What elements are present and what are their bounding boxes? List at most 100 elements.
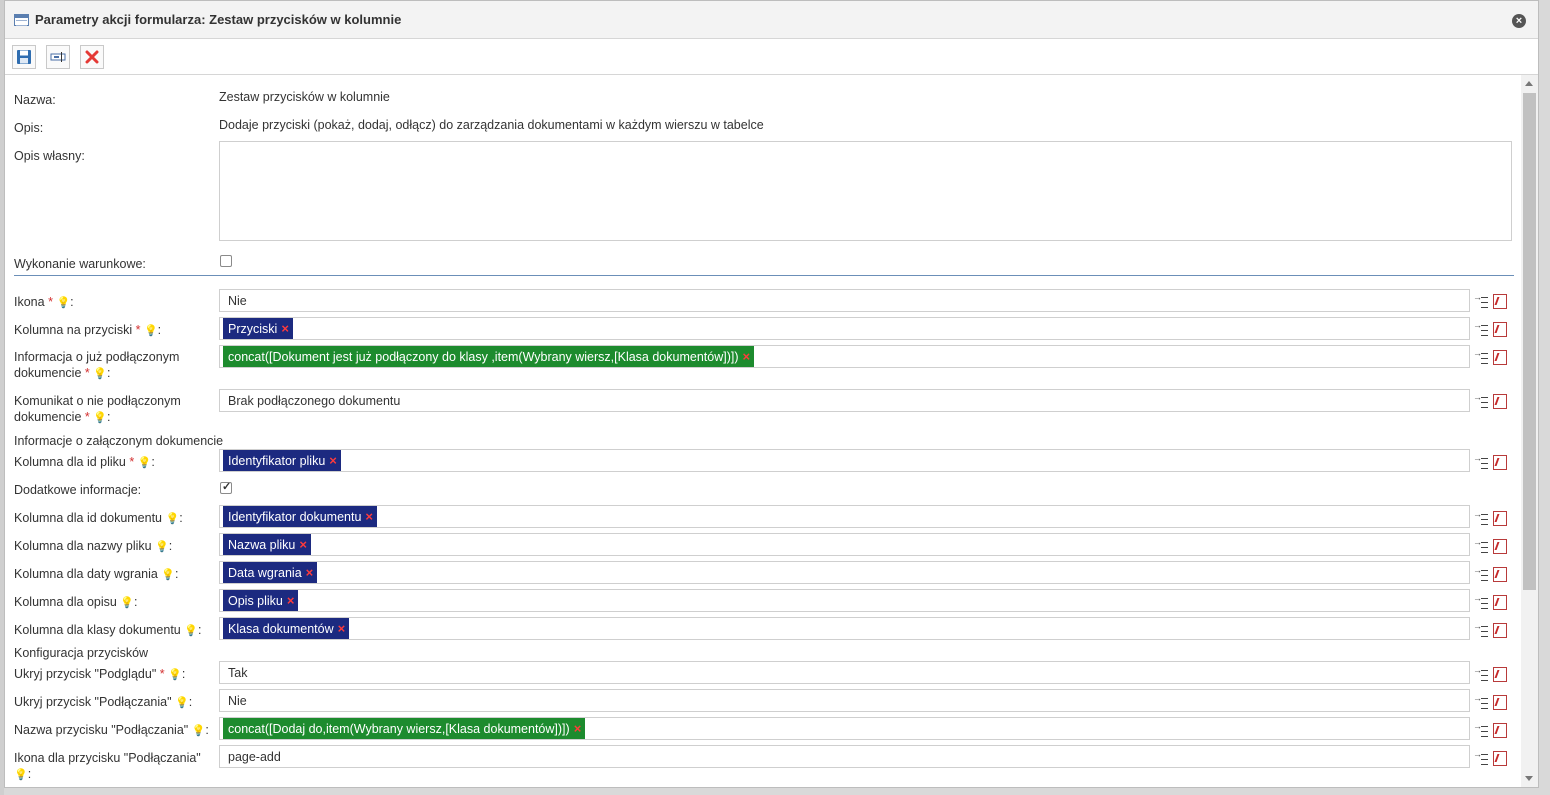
dodatkowe-label: Dodatkowe informacje: (14, 483, 142, 497)
hint-icon[interactable]: 💡 (144, 325, 158, 337)
formula-icon[interactable] (1493, 595, 1507, 610)
komunikat-label: Komunikat o nie podłączonym dokumencie * … (14, 394, 181, 424)
nazwa-label: Nazwa: (14, 93, 56, 107)
hint-icon[interactable]: 💡 (166, 513, 180, 525)
formula-icon[interactable] (1493, 539, 1507, 554)
ikona-field[interactable]: Nie (219, 289, 1470, 312)
id-dokumentu-field[interactable]: Identyfikator dokumentu × (219, 505, 1470, 528)
hint-icon[interactable]: 💡 (93, 368, 107, 380)
formula-icon[interactable] (1493, 623, 1507, 638)
dialog-toolbar (5, 39, 1538, 75)
formula-icon[interactable] (1493, 394, 1507, 409)
remove-tag-icon[interactable]: × (574, 721, 582, 736)
ukryj-podgladu-actions (1473, 665, 1507, 682)
info-podlaczony-label: Informacja o już podłączonym dokumencie *… (14, 350, 180, 380)
ukryj-podlaczania-field[interactable]: Nie (219, 689, 1470, 712)
hint-icon[interactable]: 💡 (120, 597, 134, 609)
hint-icon[interactable]: 💡 (14, 769, 28, 781)
wykonanie-checkbox[interactable] (220, 255, 232, 267)
opis-wlasny-textarea[interactable] (219, 141, 1512, 241)
remove-tag-icon[interactable]: × (365, 509, 373, 524)
ikona-przycisku-field[interactable]: page-add (219, 745, 1470, 768)
data-wgrania-label: Kolumna dla daty wgrania 💡: (14, 567, 179, 581)
hint-icon[interactable]: 💡 (155, 541, 169, 553)
kolumna-przyciski-tag: Przyciski × (223, 318, 293, 339)
hint-icon[interactable]: 💡 (184, 625, 198, 637)
insert-list-icon[interactable] (1473, 537, 1489, 554)
ikona-label: Ikona * 💡: (14, 295, 74, 309)
scroll-thumb[interactable] (1523, 93, 1536, 590)
insert-list-icon[interactable] (1473, 693, 1489, 710)
opis-label: Opis: (14, 121, 44, 135)
formula-icon[interactable] (1493, 511, 1507, 526)
nazwa-pliku-label: Kolumna dla nazwy pliku 💡: (14, 539, 173, 553)
scroll-up-icon[interactable] (1525, 81, 1533, 86)
insert-list-icon[interactable] (1473, 721, 1489, 738)
ukryj-podlaczania-label: Ukryj przycisk "Podłączania" 💡: (14, 695, 193, 709)
formula-icon[interactable] (1493, 751, 1507, 766)
save-icon (17, 49, 31, 64)
klasa-field[interactable]: Klasa dokumentów × (219, 617, 1470, 640)
info-podlaczony-field[interactable]: concat([Dokument jest już podłączony do … (219, 345, 1470, 368)
dodatkowe-checkbox[interactable] (220, 480, 232, 494)
insert-list-icon[interactable] (1473, 509, 1489, 526)
insert-list-icon[interactable] (1473, 453, 1489, 470)
insert-list-icon[interactable] (1473, 320, 1489, 337)
data-wgrania-field[interactable]: Data wgrania × (219, 561, 1470, 584)
komunikat-field[interactable]: Brak podłączonego dokumentu (219, 389, 1470, 412)
hint-icon[interactable]: 💡 (168, 669, 182, 681)
ukryj-podgladu-label: Ukryj przycisk "Podglądu" * 💡: (14, 667, 186, 681)
hint-icon[interactable]: 💡 (161, 569, 175, 581)
remove-tag-icon[interactable]: × (338, 621, 346, 636)
remove-tag-icon[interactable]: × (281, 321, 289, 336)
remove-tag-icon[interactable]: × (287, 593, 295, 608)
remove-tag-icon[interactable]: × (299, 537, 307, 552)
id-dokumentu-actions (1473, 509, 1507, 526)
opis-kol-field[interactable]: Opis pliku × (219, 589, 1470, 612)
hint-icon[interactable]: 💡 (192, 725, 206, 737)
formula-icon[interactable] (1493, 667, 1507, 682)
formula-icon[interactable] (1493, 350, 1507, 365)
remove-tag-icon[interactable]: × (329, 453, 337, 468)
formula-icon[interactable] (1493, 695, 1507, 710)
hint-icon[interactable]: 💡 (175, 697, 189, 709)
formula-icon[interactable] (1493, 294, 1507, 309)
kolumna-przyciski-actions (1473, 320, 1507, 337)
remove-tag-icon[interactable]: × (306, 565, 314, 580)
formula-icon[interactable] (1493, 567, 1507, 582)
insert-list-icon[interactable] (1473, 348, 1489, 365)
formula-icon[interactable] (1493, 322, 1507, 337)
scroll-down-icon[interactable] (1525, 776, 1533, 781)
opis-wlasny-label: Opis własny: (14, 149, 85, 163)
hint-icon[interactable]: 💡 (138, 457, 152, 469)
insert-list-icon[interactable] (1473, 665, 1489, 682)
hint-icon[interactable]: 💡 (56, 297, 70, 309)
kolumna-przyciski-field[interactable]: Przyciski × (219, 317, 1470, 340)
id-pliku-field[interactable]: Identyfikator pliku × (219, 449, 1470, 472)
vertical-scrollbar[interactable] (1521, 75, 1538, 787)
save-button[interactable] (12, 44, 36, 69)
ukryj-podgladu-field[interactable]: Tak (219, 661, 1470, 684)
insert-list-icon[interactable] (1473, 621, 1489, 638)
formula-icon[interactable] (1493, 723, 1507, 738)
insert-list-icon[interactable] (1473, 392, 1489, 409)
insert-list-icon[interactable] (1473, 593, 1489, 610)
insert-list-icon[interactable] (1473, 292, 1489, 309)
nazwa-pliku-field[interactable]: Nazwa pliku × (219, 533, 1470, 556)
delete-button[interactable] (80, 44, 104, 69)
ikona-przycisku-label: Ikona dla przycisku "Podłączania" 💡: (14, 751, 201, 781)
insert-list-icon[interactable] (1473, 565, 1489, 582)
remove-tag-icon[interactable]: × (743, 349, 751, 364)
close-button[interactable]: × (1512, 14, 1526, 28)
insert-list-icon[interactable] (1473, 749, 1489, 766)
formula-icon[interactable] (1493, 455, 1507, 470)
data-wgrania-actions (1473, 565, 1507, 582)
dialog-titlebar: Parametry akcji formularza: Zestaw przyc… (5, 1, 1538, 39)
hint-icon[interactable]: 💡 (93, 412, 107, 424)
ikona-przycisku-actions (1473, 749, 1507, 766)
edit-field-button[interactable] (46, 44, 70, 69)
ukryj-podlaczania-value: Nie (228, 693, 247, 708)
data-wgrania-tag: Data wgrania × (223, 562, 318, 583)
info-podlaczony-actions (1473, 348, 1507, 365)
nazwa-przycisku-field[interactable]: concat([Dodaj do,item(Wybrany wiersz,[Kl… (219, 717, 1470, 740)
